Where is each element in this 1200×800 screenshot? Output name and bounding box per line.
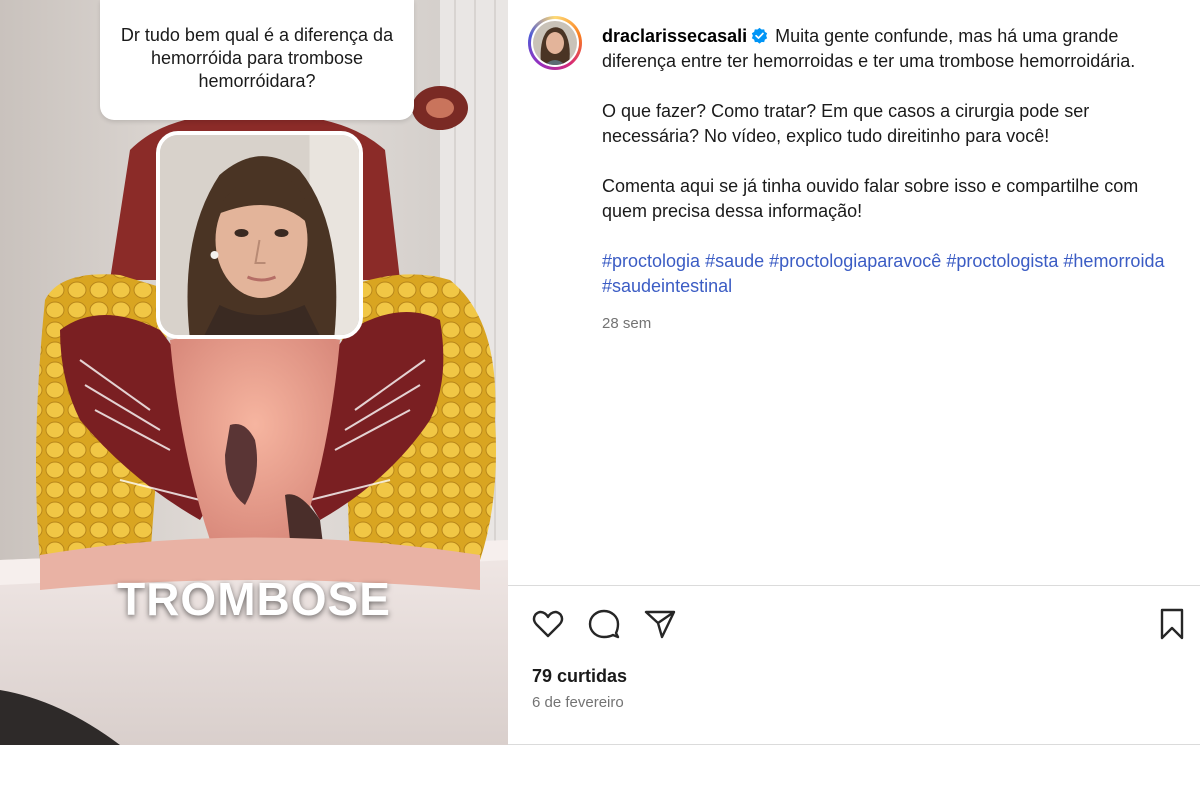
- caption-timestamp[interactable]: 28 sem: [602, 311, 1172, 336]
- divider: [508, 585, 1200, 586]
- like-button[interactable]: [530, 606, 566, 642]
- hashtag-link[interactable]: #hemorroida: [1063, 251, 1164, 271]
- save-button[interactable]: [1154, 606, 1190, 642]
- hashtag-link[interactable]: #proctologia: [602, 251, 700, 271]
- question-sticker: Dr tudo bem qual é a diferença da hemorr…: [100, 0, 414, 120]
- avatar[interactable]: [528, 16, 582, 70]
- caption-paragraph-3: Comenta aqui se já tinha ouvido falar so…: [602, 176, 1139, 221]
- hashtag-link[interactable]: #proctologista: [946, 251, 1058, 271]
- presenter-portrait: [160, 135, 359, 335]
- bookmark-icon: [1160, 608, 1184, 640]
- hashtag-list: #proctologia #saude #proctologiaparavocê…: [602, 249, 1172, 299]
- username-link[interactable]: draclarissecasali: [602, 26, 747, 46]
- comment-button[interactable]: [586, 606, 622, 642]
- caption-first-paragraph: draclarissecasali Muita gente confunde, …: [602, 24, 1172, 74]
- caption-paragraph-2: O que fazer? Como tratar? Em que casos a…: [602, 101, 1090, 146]
- comment-icon: [588, 609, 620, 639]
- share-button[interactable]: [642, 606, 678, 642]
- likes-count[interactable]: 79 curtidas: [532, 666, 627, 687]
- post-actions-bar: [530, 606, 1190, 642]
- hashtag-link[interactable]: #saude: [705, 251, 764, 271]
- presenter-video-bubble: [156, 131, 363, 339]
- hashtag-link[interactable]: #saudeintestinal: [602, 276, 732, 296]
- post-details-panel: draclarissecasali Muita gente confunde, …: [508, 0, 1200, 745]
- avatar-portrait: [533, 21, 577, 65]
- hashtag-link[interactable]: #proctologiaparavocê: [769, 251, 941, 271]
- verified-badge-icon: [751, 27, 768, 44]
- post-caption: draclarissecasali Muita gente confunde, …: [602, 24, 1172, 336]
- video-overlay-caption: TROMBOSE: [117, 573, 391, 625]
- heart-icon: [532, 610, 564, 638]
- instagram-post-page: Dr tudo bem qual é a diferença da hemorr…: [0, 0, 1200, 800]
- post-media[interactable]: Dr tudo bem qual é a diferença da hemorr…: [0, 0, 508, 745]
- avatar-image: [531, 19, 579, 67]
- post-date[interactable]: 6 de fevereiro: [532, 694, 624, 711]
- paper-plane-icon: [644, 610, 676, 639]
